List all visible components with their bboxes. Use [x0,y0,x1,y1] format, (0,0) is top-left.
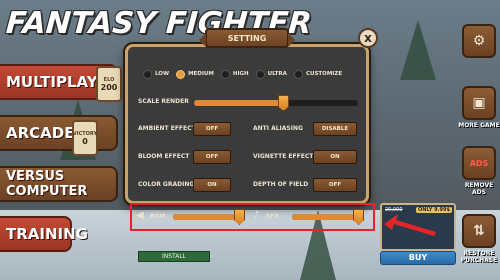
color-grading-label: COLOR GRADING [138,181,195,188]
settings-title: SETTING [199,28,295,48]
radio-icon [143,69,152,79]
close-button[interactable]: x [358,28,378,48]
anti-aliasing-label: ANTI ALIASING [253,125,303,132]
scale-render-fill [194,100,284,106]
background-tree [400,20,436,80]
victory-badge: VICTORY 0 [72,120,98,156]
scale-render-slider[interactable] [194,95,358,111]
bgm-slider[interactable] [173,209,245,225]
victory-badge-value: 0 [82,136,88,146]
remove-ads-button[interactable]: ADS [462,146,496,180]
vignette-effect-toggle[interactable]: ON [313,150,357,164]
vignette-effect-label: VIGNETTE EFFECT [253,153,314,160]
radio-icon [220,69,230,79]
quality-option-medium[interactable]: MEDIUM [176,69,214,79]
close-icon: x [364,31,372,45]
training-label: TRAINING [6,225,88,243]
depth-of-field-toggle[interactable]: OFF [313,178,357,192]
scale-render-label: SCALE RENDER [138,98,189,105]
sfx-slider[interactable] [292,209,364,225]
quality-option-customize[interactable]: CUSTOMIZE [293,69,343,79]
arcade-label: ARCADE [6,124,75,142]
bloom-effect-label: BLOOM EFFECT [138,153,190,160]
gear-icon: ⚙ [472,33,486,49]
gamepad-icon: ▣ [472,95,486,111]
restore-purchase-label: RESTORE PURCHASE [460,250,498,264]
ambient-effect-label: AMBIENT EFFECT [138,125,196,132]
restore-purchase-button[interactable]: ⇅ [462,214,496,248]
bgm-label: BGM [150,213,166,220]
quality-option-label: MEDIUM [188,71,214,77]
buy-button[interactable]: BUY [380,251,456,265]
quality-option-high[interactable]: HIGH [220,69,249,79]
training-button[interactable]: TRAINING [0,216,88,252]
speaker-icon: ◀ [136,210,144,221]
quality-selector: LOW MEDIUM HIGH ULTRA CUSTOMIZE [143,68,358,80]
anti-aliasing-toggle[interactable]: DISABLE [313,122,357,136]
bloom-effect-toggle[interactable]: OFF [193,150,231,164]
quality-option-low[interactable]: LOW [143,69,170,79]
color-grading-toggle[interactable]: ON [193,178,231,192]
depth-of-field-label: DEPTH OF FIELD [253,181,309,188]
quality-option-label: ULTRA [267,71,287,77]
red-arrow-annotation [384,214,436,236]
ambient-effect-toggle[interactable]: OFF [193,122,231,136]
more-game-button[interactable]: ▣ [462,86,496,120]
more-game-label: MORE GAME [458,122,500,129]
radio-icon [293,69,303,79]
versus-computer-label: VERSUS COMPUTER [6,169,88,199]
music-note-icon: ♪ [253,210,260,221]
restore-icon: ⇅ [473,223,485,239]
radio-icon [176,69,186,79]
elo-badge-value: 200 [100,82,118,92]
quality-option-label: HIGH [232,71,249,77]
radio-icon [255,69,265,79]
arcade-button[interactable]: ARCADE [0,115,118,151]
quality-option-label: LOW [155,71,170,77]
quality-option-label: CUSTOMIZE [305,71,343,77]
remove-ads-label: REMOVE ADS [464,182,494,196]
install-button[interactable]: INSTALL [138,251,210,262]
quality-option-ultra[interactable]: ULTRA [255,69,287,79]
no-ads-icon: ADS [469,158,489,168]
elo-badge: ELO 200 [96,66,122,102]
settings-button[interactable]: ⚙ [462,24,496,58]
sfx-label: SFX [266,213,280,220]
versus-computer-button[interactable]: VERSUS COMPUTER [0,166,118,202]
